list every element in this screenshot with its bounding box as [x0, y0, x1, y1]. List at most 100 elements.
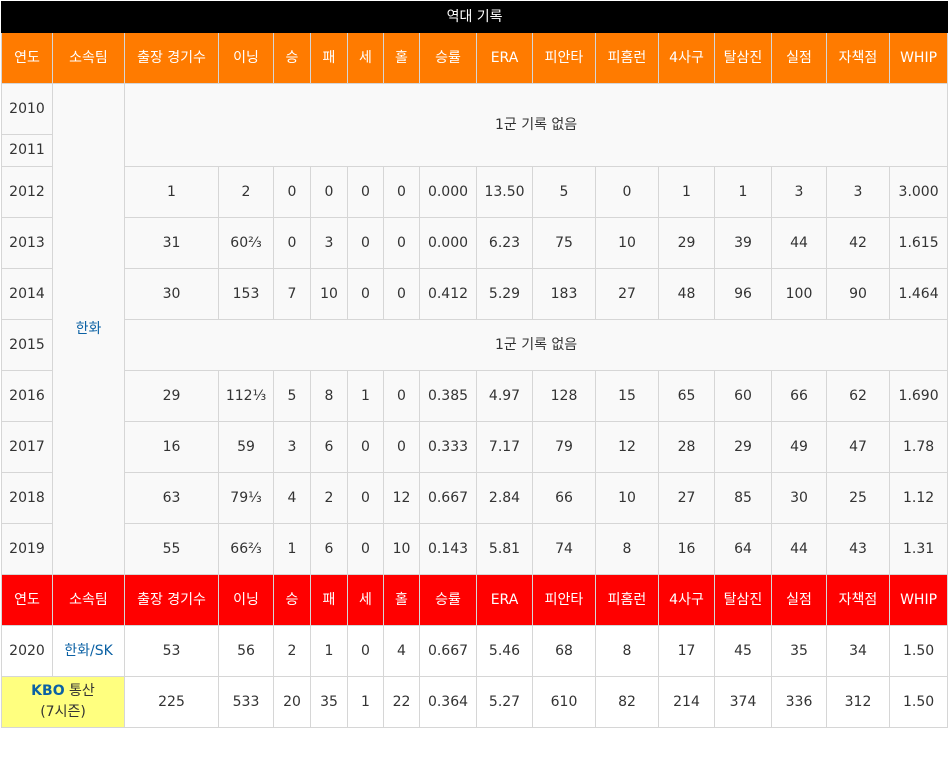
stat-cell-r: 44	[771, 217, 827, 269]
stat-cell-sv: 1	[347, 370, 384, 422]
column-header: 연도	[1, 574, 53, 626]
stat-cell-hld: 0	[383, 421, 420, 473]
stat-cell-h: 183	[532, 268, 596, 320]
stat-cell-r: 336	[771, 676, 827, 728]
stat-cell-pct: 0.667	[419, 472, 477, 524]
stat-cell-bb: 48	[658, 268, 715, 320]
stat-cell-h: 66	[532, 472, 596, 524]
stat-cell-pct: 0.000	[419, 217, 477, 269]
stat-cell-r: 100	[771, 268, 827, 320]
stat-cell-sv: 0	[347, 268, 384, 320]
stat-cell-l: 0	[310, 166, 348, 218]
stat-cell-ip: 2	[218, 166, 274, 218]
year-cell: 2010	[1, 83, 53, 135]
stat-cell-ip: 59	[218, 421, 274, 473]
stat-cell-whip: 1.615	[888, 217, 949, 269]
stat-cell-r: 66	[771, 370, 827, 422]
team-link[interactable]: 한화	[76, 321, 102, 337]
column-header: 소속팀	[52, 32, 125, 84]
stat-cell-l: 1	[310, 625, 348, 677]
year-cell: 2017	[1, 421, 53, 473]
stat-cell-era: 7.17	[476, 421, 533, 473]
stat-cell-whip: 1.12	[888, 472, 949, 524]
stat-cell-era: 6.23	[476, 217, 533, 269]
stat-cell-so: 60	[714, 370, 772, 422]
stat-cell-bb: 65	[658, 370, 715, 422]
stat-cell-er: 62	[826, 370, 890, 422]
stat-cell-er: 43	[826, 523, 890, 575]
column-header: WHIP	[888, 32, 949, 84]
column-header: 이닝	[218, 32, 274, 84]
stat-cell-w: 1	[273, 523, 311, 575]
stat-cell-r: 49	[771, 421, 827, 473]
column-header: 승률	[419, 32, 477, 84]
stat-cell-bb: 29	[658, 217, 715, 269]
stat-cell-sv: 0	[347, 523, 384, 575]
column-header: 출장 경기수	[124, 32, 219, 84]
season-count: (7시즌)	[40, 704, 86, 720]
stat-cell-g: 16	[124, 421, 219, 473]
stat-cell-g: 31	[124, 217, 219, 269]
stat-cell-era: 5.27	[476, 676, 533, 728]
table-row: 2017 16 59 3 6 0 0 0.333 7.17 79 12 28 29 49 47 1.78	[1, 421, 949, 473]
team-link[interactable]: 한화/SK	[64, 643, 113, 659]
stat-cell-whip: 1.50	[888, 625, 949, 677]
stat-cell-ip: 66⅔	[218, 523, 274, 575]
year-cell: 2020	[1, 625, 53, 677]
stat-cell-era: 5.81	[476, 523, 533, 575]
stat-cell-bb: 27	[658, 472, 715, 524]
stat-cell-so: 64	[714, 523, 772, 575]
stat-cell-w: 0	[273, 217, 311, 269]
kbo-total-label: KBO 통산 (7시즌)	[1, 676, 125, 728]
column-header: 이닝	[218, 574, 274, 626]
stat-cell-h: 74	[532, 523, 596, 575]
stat-cell-hld: 10	[383, 523, 420, 575]
stat-cell-bb: 17	[658, 625, 715, 677]
stat-cell-hld: 4	[383, 625, 420, 677]
stat-cell-hld: 0	[383, 166, 420, 218]
stat-cell-l: 8	[310, 370, 348, 422]
stat-cell-er: 25	[826, 472, 890, 524]
stat-cell-hr: 10	[595, 472, 659, 524]
stat-cell-whip: 1.78	[888, 421, 949, 473]
year-cell: 2019	[1, 523, 53, 575]
stat-cell-w: 2	[273, 625, 311, 677]
stat-cell-sv: 0	[347, 472, 384, 524]
stat-cell-h: 68	[532, 625, 596, 677]
column-header: 패	[310, 32, 348, 84]
stat-cell-r: 44	[771, 523, 827, 575]
career-record-table: 역대 기록 연도 소속팀 출장 경기수 이닝 승 패 세 홀 승률 ERA 피안타 피홈런 4사구 탈삼진…	[0, 1, 949, 728]
stat-cell-l: 6	[310, 421, 348, 473]
stat-cell-r: 35	[771, 625, 827, 677]
stat-cell-er: 34	[826, 625, 890, 677]
stat-cell-hr: 10	[595, 217, 659, 269]
year-cell: 2016	[1, 370, 53, 422]
table-row: 2016 29 112⅓ 5 8 1 0 0.385 4.97 128 15 65 60 66 62 1.69…	[1, 370, 949, 422]
stat-cell-r: 3	[771, 166, 827, 218]
total-text: 통산	[64, 683, 95, 699]
stat-cell-so: 374	[714, 676, 772, 728]
stat-cell-g: 225	[124, 676, 219, 728]
stat-cell-hld: 22	[383, 676, 420, 728]
header-row: 연도 소속팀 출장 경기수 이닝 승 패 세 홀 승률 ERA 피안타 피홈런 4사구 탈삼진 실점 자책점 W…	[1, 32, 949, 84]
stat-cell-so: 85	[714, 472, 772, 524]
stat-cell-pct: 0.000	[419, 166, 477, 218]
kbo-link[interactable]: KBO	[31, 683, 64, 699]
column-header: 자책점	[826, 32, 890, 84]
stat-cell-pct: 0.333	[419, 421, 477, 473]
stat-cell-sv: 0	[347, 166, 384, 218]
stat-cell-hr: 8	[595, 625, 659, 677]
stat-cell-ip: 79⅓	[218, 472, 274, 524]
stat-cell-g: 1	[124, 166, 219, 218]
column-header: 피홈런	[595, 574, 659, 626]
stat-cell-w: 20	[273, 676, 311, 728]
column-header: 세	[347, 574, 384, 626]
stat-cell-r: 30	[771, 472, 827, 524]
table-row: 2012 1 2 0 0 0 0 0.000 13.50 5 0 1 1 3 3 3.000	[1, 166, 949, 218]
stat-cell-h: 5	[532, 166, 596, 218]
stat-cell-era: 4.97	[476, 370, 533, 422]
column-header: 실점	[771, 32, 827, 84]
stat-cell-whip: 3.000	[888, 166, 949, 218]
stat-cell-ip: 112⅓	[218, 370, 274, 422]
no-record-cell: 1군 기록 없음	[123, 83, 949, 167]
